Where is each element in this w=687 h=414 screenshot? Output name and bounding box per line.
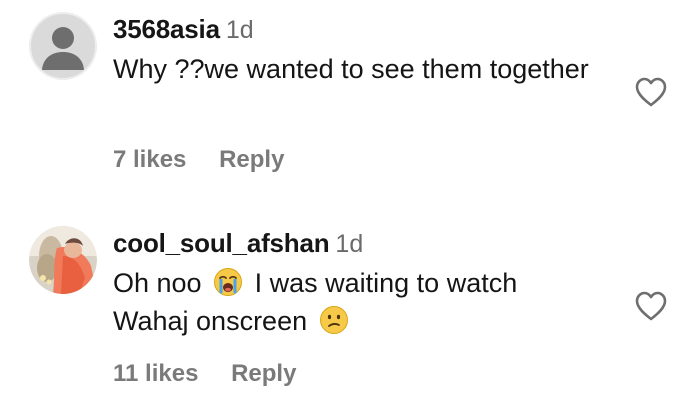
avatar[interactable] xyxy=(29,226,97,294)
comment-text: Why ??we wanted to see them together xyxy=(113,54,589,84)
likes-count[interactable]: 7 likes xyxy=(113,146,186,174)
timestamp: 1d xyxy=(225,16,254,44)
likes-count[interactable]: 11 likes xyxy=(113,360,198,388)
default-user-icon xyxy=(29,12,97,80)
comment-body: 3568asia 1d Why ??we wanted to see them t… xyxy=(113,12,603,88)
like-heart-icon[interactable] xyxy=(634,290,668,322)
comment-actions: 11 likes Reply xyxy=(113,360,296,388)
comment-text-part: Wahaj onscreen xyxy=(113,306,308,336)
comment-text: Oh noo I was waiting to watch Wahaj onscr… xyxy=(113,264,603,340)
username[interactable]: 3568asia xyxy=(113,14,220,44)
comment-text-part: Oh noo xyxy=(113,268,202,298)
comment-header: 3568asia 1d xyxy=(113,12,603,46)
timestamp: 1d xyxy=(335,230,364,258)
loudly-crying-face-icon xyxy=(213,267,243,297)
comment-header: cool_soul_afshan 1d xyxy=(113,226,603,260)
confused-face-icon xyxy=(319,305,349,335)
username[interactable]: cool_soul_afshan xyxy=(113,228,330,258)
reply-button[interactable]: Reply xyxy=(219,146,284,174)
like-heart-icon[interactable] xyxy=(634,76,668,108)
comment-actions: 7 likes Reply xyxy=(113,146,284,174)
comment-text-part: I was waiting to watch xyxy=(254,268,518,298)
comment-body: cool_soul_afshan 1d Oh noo I was waiting … xyxy=(113,226,603,340)
profile-photo xyxy=(29,226,97,294)
reply-button[interactable]: Reply xyxy=(231,360,296,388)
avatar[interactable] xyxy=(29,12,97,80)
